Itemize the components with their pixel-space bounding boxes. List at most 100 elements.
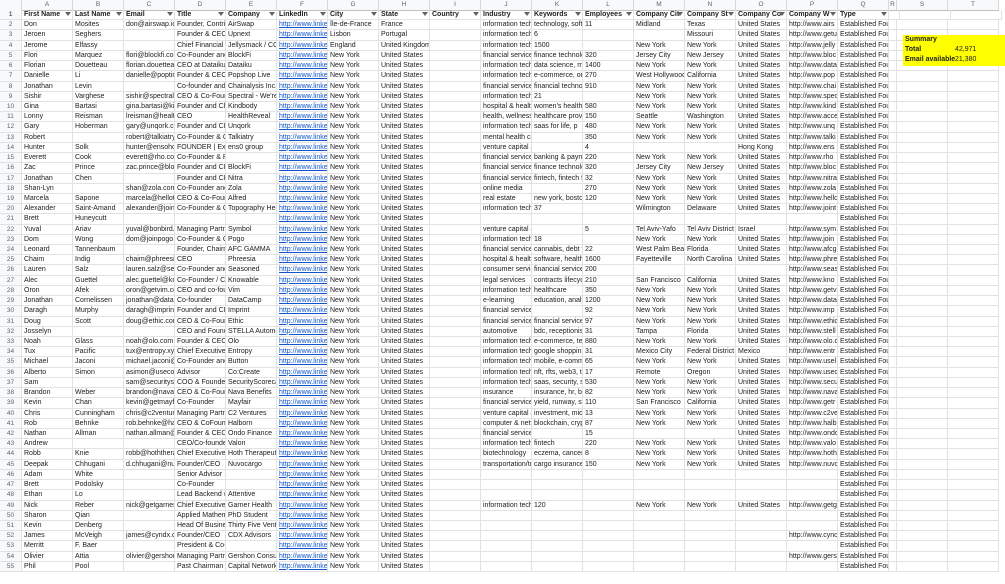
table-cell[interactable]: Tannenbaum [73,245,124,256]
table-cell[interactable]: Co-Founder / Ch [175,275,226,286]
table-cell[interactable]: Vim [226,285,277,297]
table-cell[interactable] [897,469,948,481]
table-cell[interactable]: New York [634,122,685,133]
table-cell[interactable]: http://www.cync [787,531,838,542]
table-cell[interactable]: real estate [481,193,532,205]
table-cell[interactable]: New York [328,367,379,378]
table-cell[interactable] [685,265,736,276]
table-cell[interactable] [430,510,481,521]
row-number[interactable]: 52 [0,531,22,542]
table-cell[interactable]: BlockFi [226,163,277,174]
table-cell[interactable]: Established Founder [838,122,889,133]
row-number[interactable]: 17 [0,173,22,184]
table-cell[interactable]: http://www.halb [787,418,838,429]
table-cell[interactable]: STELLA Automo [226,326,277,337]
table-cell[interactable]: Wilmington [634,204,685,215]
table-cell[interactable] [736,541,787,552]
table-cell[interactable]: Managing Partn [175,551,226,562]
table-cell[interactable] [736,265,787,276]
table-cell[interactable]: United States [379,398,430,409]
table-cell[interactable]: daragh@imprint [124,306,175,317]
table-cell[interactable] [736,531,787,542]
table-cell[interactable]: http://www.getr [787,398,838,409]
table-cell[interactable]: United States [736,398,787,409]
table-cell[interactable]: http://www.nava [787,388,838,399]
filter-icon[interactable] [116,12,122,16]
linkedin-link[interactable]: http://www.linkedin.com/in/phil- [277,561,328,573]
table-cell[interactable]: flori@blockfi.cor [124,50,175,62]
table-cell[interactable]: Chief Executive [175,449,226,460]
column-header-cell[interactable] [889,10,900,21]
table-cell[interactable]: C2 Ventures [226,408,277,419]
table-cell[interactable]: 220 [583,153,634,164]
table-cell[interactable]: Olivier [22,551,73,562]
table-cell[interactable]: http://www.kno [787,275,838,286]
table-cell[interactable] [73,183,124,194]
table-cell[interactable] [897,388,948,399]
table-cell[interactable]: Tux [22,347,73,358]
table-cell[interactable] [889,193,897,205]
table-cell[interactable]: http://www.getg [787,500,838,511]
table-cell[interactable] [73,377,124,389]
table-cell[interactable]: Established Founder [838,428,889,440]
table-cell[interactable]: New York [685,101,736,113]
table-cell[interactable]: United States [379,500,430,511]
table-cell[interactable]: Lisbon [328,30,379,41]
table-cell[interactable]: Founder and CE [175,163,226,174]
table-cell[interactable] [889,377,897,389]
table-cell[interactable]: Zac [22,163,73,174]
table-cell[interactable]: New Jersey [685,163,736,174]
table-cell[interactable] [889,245,897,256]
table-cell[interactable]: http://www.ondo [787,428,838,440]
table-cell[interactable] [124,480,175,491]
table-cell[interactable]: United States [736,337,787,348]
table-cell[interactable]: Established Founder [838,469,889,481]
table-cell[interactable]: New York [634,285,685,297]
table-cell[interactable] [948,101,999,113]
linkedin-link[interactable]: http://www.linkedin.com/in/brett- [277,480,328,491]
table-cell[interactable]: CEO & CoFound [175,418,226,429]
table-cell[interactable]: United States [736,357,787,368]
table-cell[interactable] [897,520,948,532]
table-cell[interactable] [889,255,897,266]
table-cell[interactable]: Established Founder [838,551,889,562]
table-cell[interactable]: Established Founder [838,480,889,491]
row-number[interactable]: 29 [0,296,22,307]
table-cell[interactable]: finance technolo [532,163,583,174]
table-cell[interactable] [226,541,277,552]
linkedin-link[interactable]: http://www.linkedin.com/in/yuval [277,224,328,235]
table-cell[interactable] [897,551,948,562]
table-cell[interactable]: Andrew [22,439,73,450]
table-cell[interactable]: yuval@bonbird.c [124,224,175,235]
table-cell[interactable]: United States [736,40,787,51]
linkedin-link[interactable]: http://www.linkedin.com/in/brand [277,388,328,399]
table-cell[interactable] [948,224,999,235]
table-cell[interactable]: http://www.hello [787,193,838,205]
table-cell[interactable]: mental health care [481,132,532,143]
table-cell[interactable] [889,275,897,286]
table-cell[interactable]: http://www.sym [787,224,838,235]
table-cell[interactable]: biotechnology [481,449,532,460]
row-number[interactable]: 9 [0,91,22,102]
table-cell[interactable]: New York [685,296,736,307]
table-cell[interactable]: Jerome [22,40,73,51]
table-cell[interactable]: Jaconi [73,357,124,368]
table-cell[interactable] [583,531,634,542]
table-cell[interactable]: Head Of Busine [175,520,226,532]
table-cell[interactable]: Entropy [226,347,277,358]
table-cell[interactable]: tux@entropy.xy [124,347,175,358]
table-cell[interactable]: New York [328,255,379,266]
table-cell[interactable]: lreisman@health [124,112,175,123]
table-cell[interactable] [634,30,685,41]
row-number[interactable]: 24 [0,245,22,256]
table-cell[interactable]: New York [328,326,379,337]
table-cell[interactable]: New York [328,101,379,113]
table-cell[interactable]: Fayetteville [634,255,685,266]
table-cell[interactable]: http://www.airs [787,20,838,31]
table-cell[interactable]: Founder/CEO [175,531,226,542]
table-cell[interactable]: fintech, fintech f [532,173,583,184]
table-cell[interactable]: United States [379,265,430,276]
column-header-cell[interactable]: Type [838,10,889,21]
table-cell[interactable]: New York [685,132,736,143]
table-cell[interactable] [736,214,787,225]
